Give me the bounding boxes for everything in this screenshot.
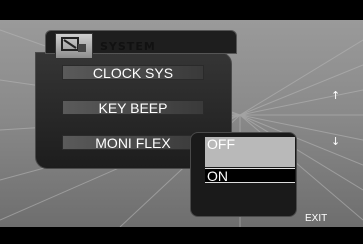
arrow-down-icon[interactable]: ↓ bbox=[331, 136, 340, 147]
option-on[interactable]: ON bbox=[205, 168, 295, 184]
arrow-up-icon[interactable]: ↑ bbox=[331, 90, 340, 101]
top-border bbox=[0, 0, 363, 20]
system-icon bbox=[55, 33, 93, 59]
menu-item-key-beep[interactable]: KEY BEEP bbox=[62, 100, 204, 116]
exit-label[interactable]: EXIT bbox=[305, 213, 327, 224]
menu-item-moni-flex[interactable]: MONI FLEX bbox=[62, 135, 204, 151]
menu-item-clock-sys[interactable]: CLOCK SYS bbox=[62, 65, 204, 81]
option-off[interactable]: OFF bbox=[205, 137, 295, 167]
bottom-border bbox=[0, 227, 363, 244]
osd-screen: SYSTEM CLOCK SYS KEY BEEP MONI FLEX OFF … bbox=[0, 0, 363, 244]
menu-title: SYSTEM bbox=[100, 40, 156, 53]
